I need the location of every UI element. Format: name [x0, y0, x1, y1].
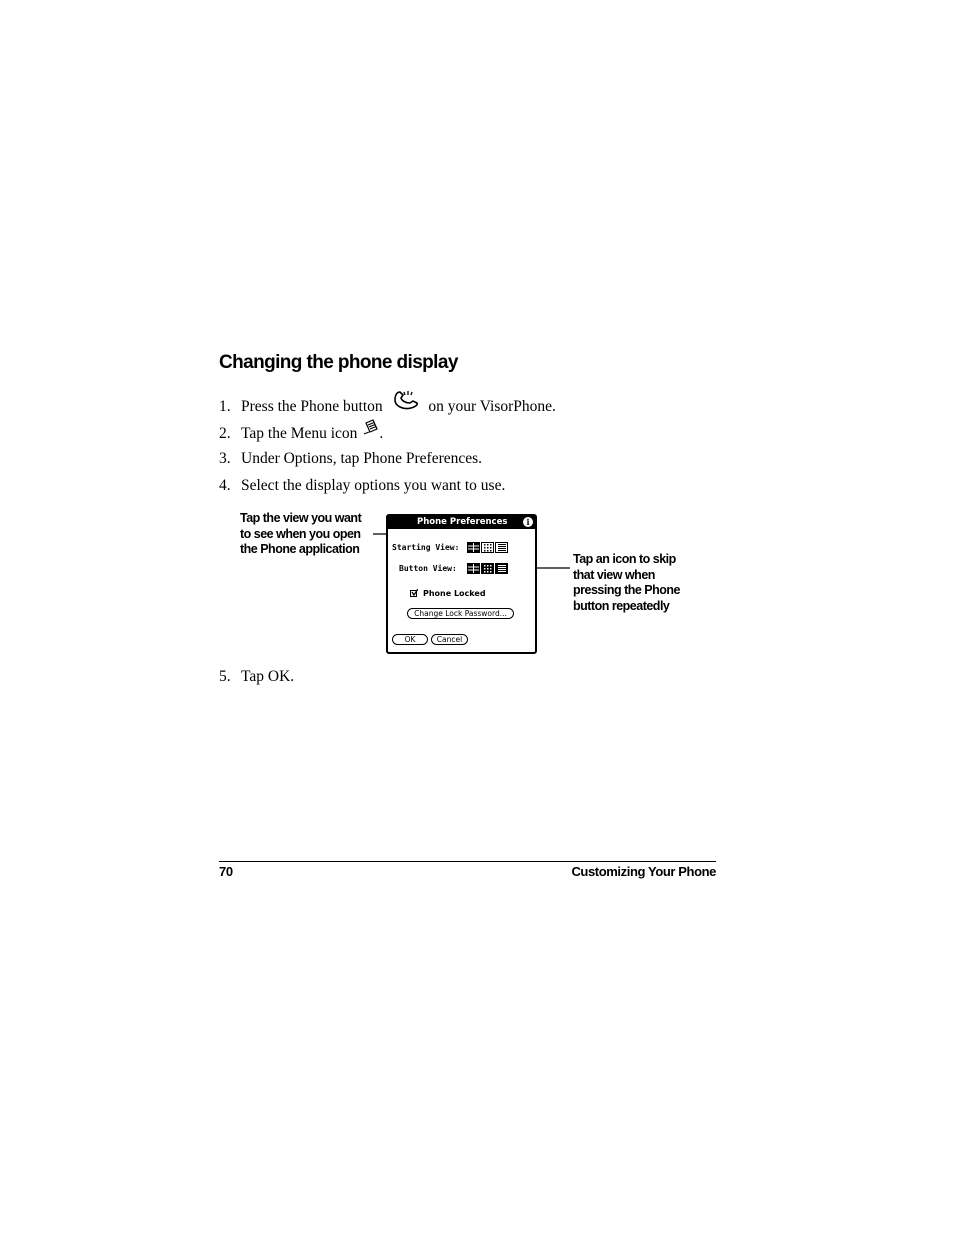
cancel-button[interactable]: Cancel	[431, 634, 468, 645]
starting-view-list-icon[interactable]	[495, 542, 508, 553]
phone-preferences-dialog: Phone Preferences i Starting View: Butto…	[386, 514, 537, 654]
button-view-keypad-icon[interactable]	[481, 563, 494, 574]
button-view-grid-icon[interactable]	[467, 563, 480, 574]
dialog-title: Phone Preferences	[417, 517, 508, 527]
starting-view-grid-icon[interactable]	[467, 542, 480, 553]
chapter-title: Customizing Your Phone	[571, 864, 716, 879]
button-view-label: Button View:	[399, 564, 457, 573]
info-icon[interactable]: i	[523, 517, 533, 527]
step-5: 5. Tap OK.	[219, 668, 294, 686]
dialog-title-bar: Phone Preferences i	[388, 516, 535, 529]
starting-view-keypad-icon[interactable]	[481, 542, 494, 553]
phone-locked-label: Phone Locked	[423, 589, 486, 598]
footer-rule	[219, 861, 716, 862]
starting-view-label: Starting View:	[392, 543, 460, 552]
page-number: 70	[219, 864, 233, 879]
ok-button[interactable]: OK	[392, 634, 428, 645]
step-text: Tap OK.	[241, 668, 295, 685]
change-lock-password-button[interactable]: Change Lock Password...	[407, 608, 514, 619]
step-number: 5.	[219, 668, 231, 685]
phone-locked-checkbox[interactable]	[410, 589, 418, 597]
button-view-list-icon[interactable]	[495, 563, 508, 574]
